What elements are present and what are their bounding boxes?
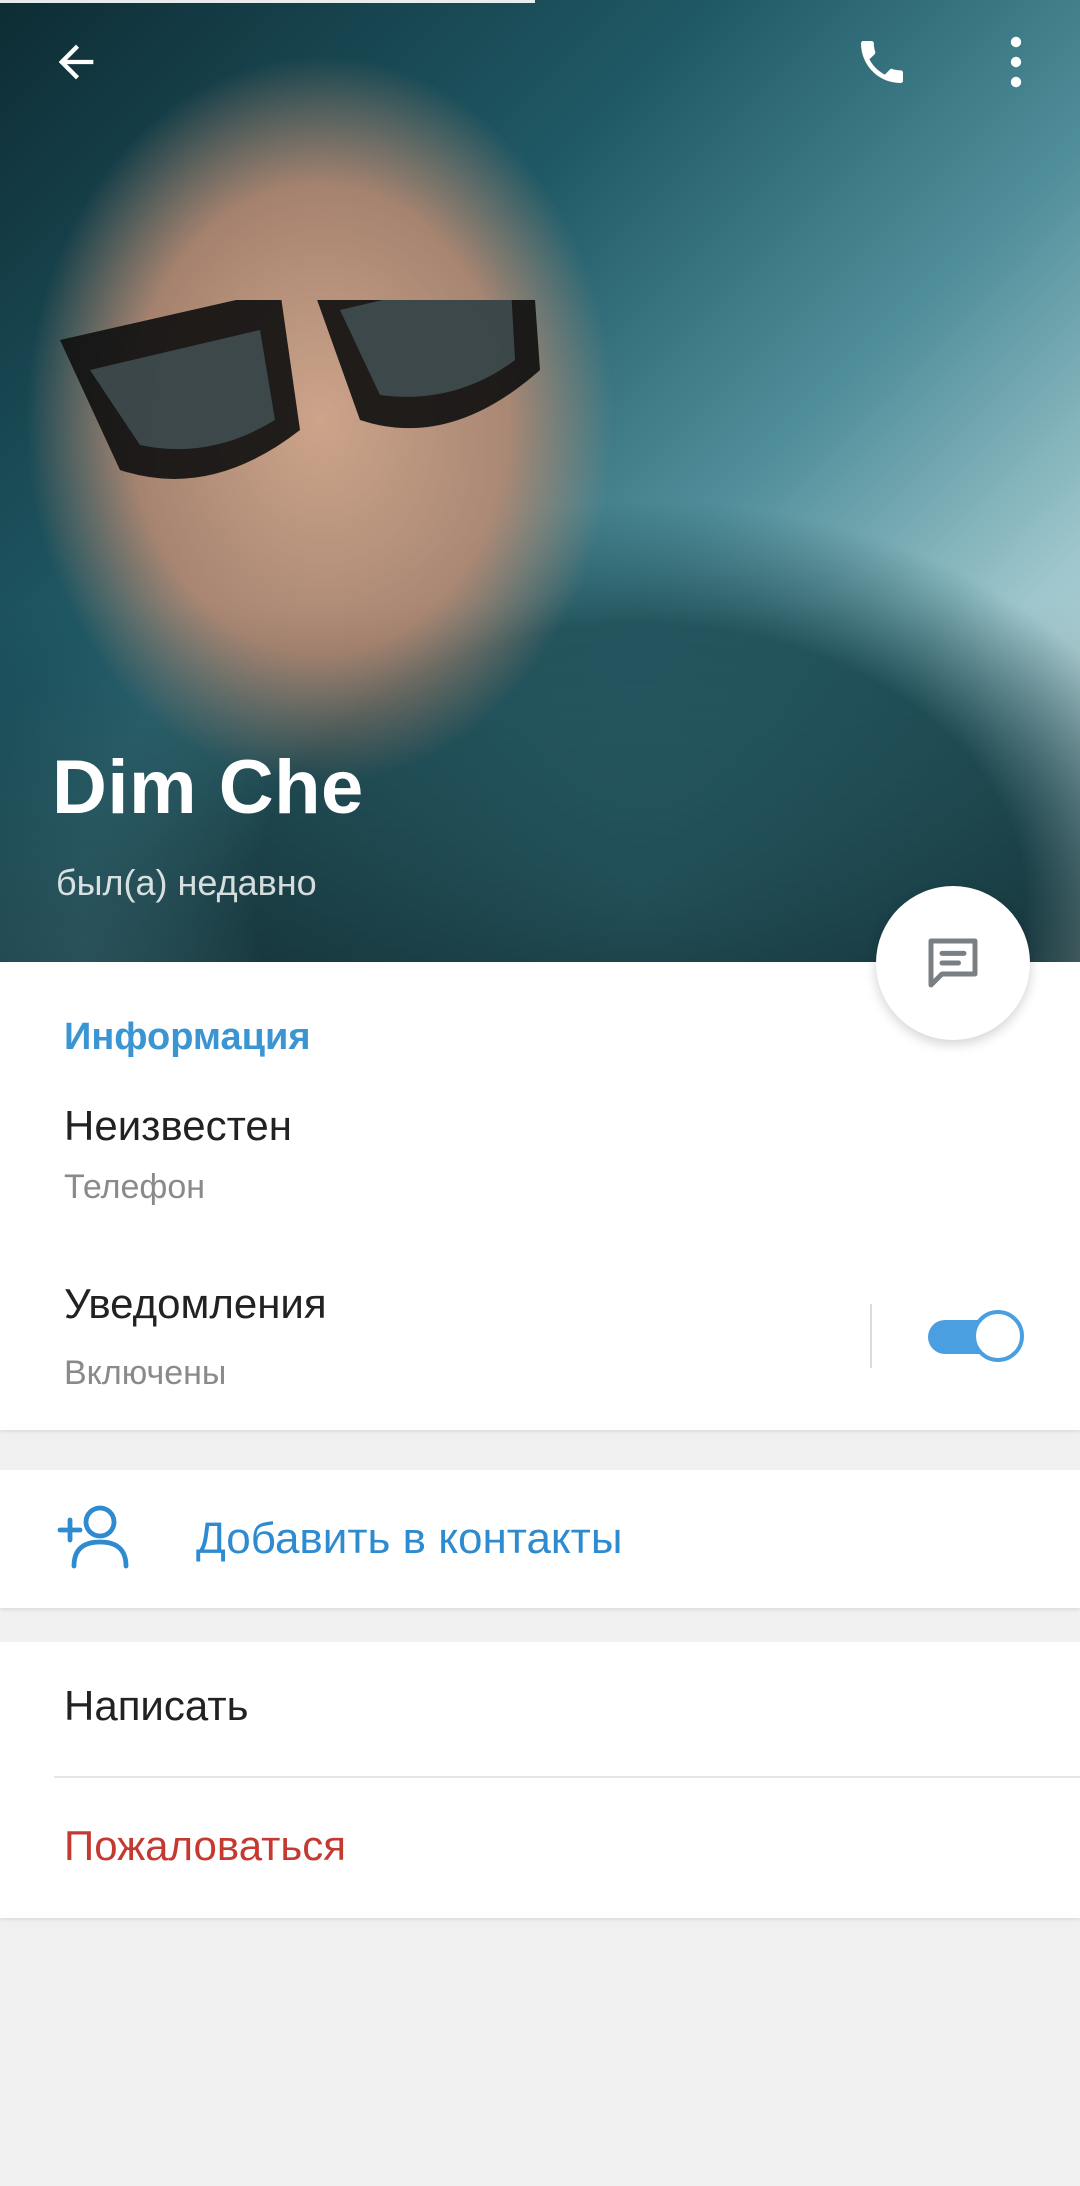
last-seen-status: был(а) недавно [56,862,317,903]
add-contact-label: Добавить в контакты [196,1514,623,1563]
message-icon [928,938,978,988]
info-section: Информация Неизвестен Телефон Уведомлени… [0,962,1080,1430]
photo-progress-bar [0,0,535,3]
report-button[interactable]: Пожаловаться [64,1822,346,1870]
add-contact-row[interactable]: Добавить в контакты [0,1470,1080,1608]
phone-icon [861,41,903,83]
add-person-icon [57,1505,129,1569]
notifications-label: Уведомления [64,1280,327,1327]
more-vertical-icon [1010,36,1022,88]
notifications-toggle[interactable] [928,1306,1024,1366]
vertical-divider [870,1304,872,1368]
phone-label: Телефон [64,1168,206,1206]
write-message-button[interactable]: Написать [64,1682,248,1730]
toggle-thumb [972,1310,1024,1362]
back-button[interactable] [36,22,116,102]
actions-section: Написать Пожаловаться [0,1642,1080,1918]
sunglasses-shape [60,300,540,479]
call-button[interactable] [842,22,922,102]
section-title-info: Информация [64,1016,311,1058]
row-divider [54,1776,1080,1778]
phone-value: Неизвестен [64,1102,292,1149]
notifications-state: Включены [64,1354,227,1392]
arrow-left-icon [58,44,94,80]
send-message-fab[interactable] [876,886,1030,1040]
profile-name: Dim Che [52,745,364,830]
more-options-button[interactable] [976,22,1056,102]
